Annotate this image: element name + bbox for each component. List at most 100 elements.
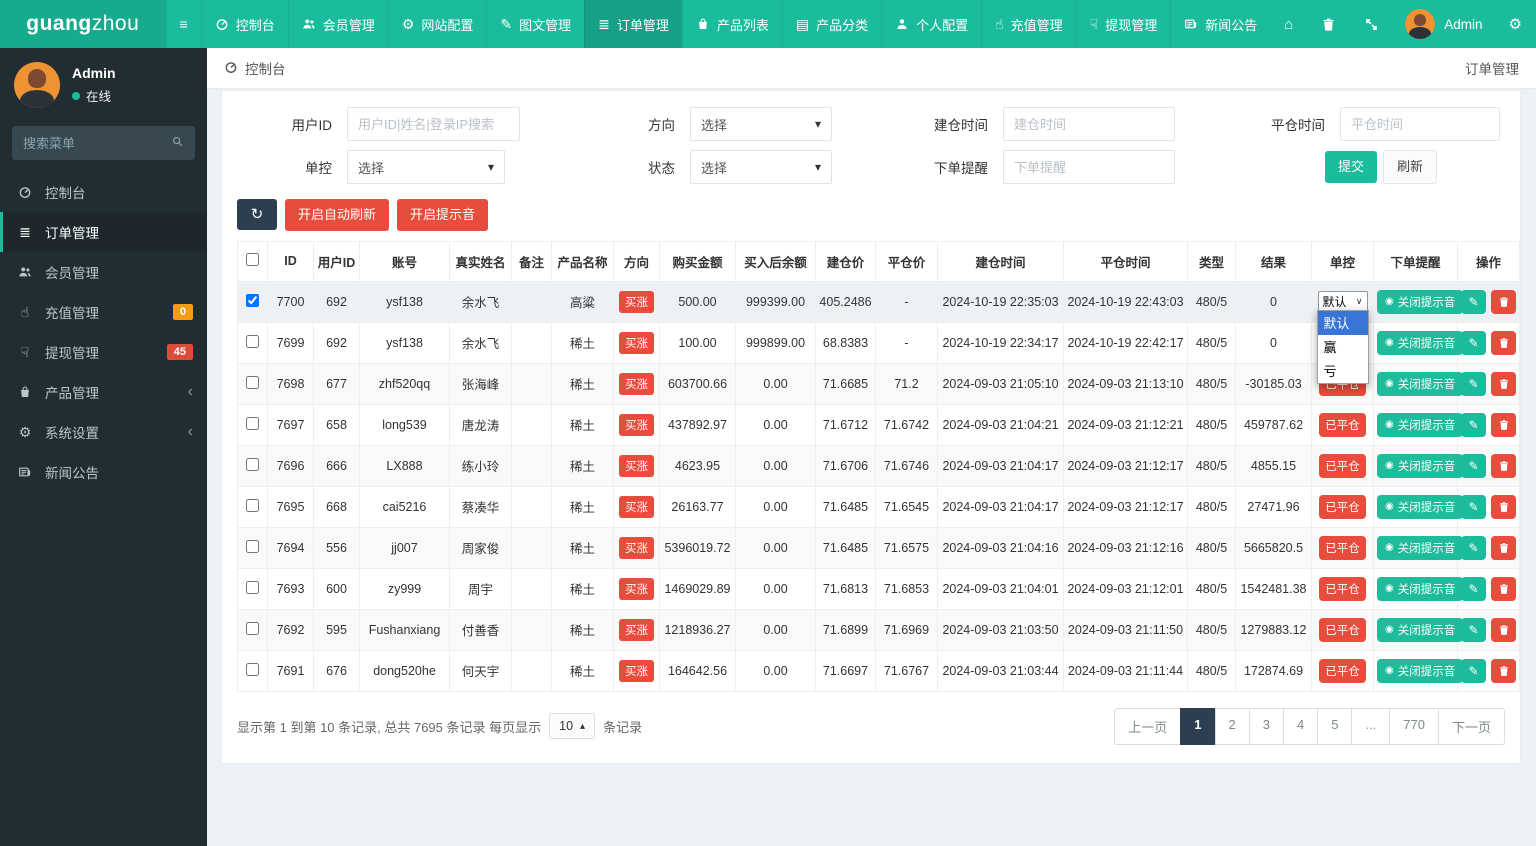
cell-balance: 999899.00 [735, 321, 816, 364]
user-id-input[interactable] [347, 107, 520, 141]
nav-item-gear[interactable]: ⚙ 网站配置 [387, 0, 487, 48]
nav-item-list[interactable]: ≣ 订单管理 [584, 0, 682, 48]
cell-direction: 买涨 [613, 403, 660, 446]
edit-button[interactable]: ✎ [1461, 494, 1486, 519]
cell-result: 0 [1235, 280, 1312, 323]
direction-select[interactable]: 选择 [690, 107, 832, 141]
row-checkbox[interactable] [246, 621, 259, 635]
settings-button[interactable]: ⚙ [1495, 0, 1536, 48]
delete-button[interactable] [1491, 617, 1516, 642]
page-button[interactable]: 1 [1180, 707, 1216, 745]
page-button[interactable]: 3 [1248, 707, 1284, 745]
sidebar-item-bag[interactable]: 产品管理 ‹ [0, 372, 207, 412]
close-sound-button[interactable]: 关闭提示音 [1377, 535, 1464, 560]
sound-toggle-button[interactable]: 开启提示音 [397, 199, 489, 231]
delete-button[interactable] [1491, 371, 1516, 396]
delete-button[interactable] [1491, 494, 1516, 519]
control-option[interactable]: 赢 [1318, 335, 1368, 359]
edit-button[interactable]: ✎ [1461, 535, 1486, 560]
page-button[interactable]: 770 [1389, 707, 1439, 745]
trash-button[interactable] [1307, 0, 1350, 48]
sidebar-item-hand-down[interactable]: ☟ 提现管理 45 [0, 332, 207, 372]
edit-button[interactable]: ✎ [1461, 412, 1486, 437]
page-button[interactable]: 4 [1282, 707, 1319, 745]
close-time-input[interactable] [1340, 107, 1500, 141]
sidebar-item-gauge[interactable]: 控制台 [0, 172, 207, 212]
edit-button[interactable]: ✎ [1461, 658, 1486, 683]
brand-logo[interactable]: guang zhou [0, 0, 166, 48]
delete-button[interactable] [1491, 535, 1516, 560]
nav-item-user[interactable]: 个人配置 [881, 0, 981, 48]
delete-button[interactable] [1491, 412, 1516, 437]
delete-button[interactable] [1491, 576, 1516, 601]
breadcrumb[interactable]: 控制台 [224, 58, 286, 78]
page-size-select[interactable]: 10 [549, 713, 596, 740]
close-sound-button[interactable]: 关闭提示音 [1377, 289, 1464, 314]
nav-item-hand-up[interactable]: ☝ 充值管理 [981, 0, 1076, 48]
edit-button[interactable]: ✎ [1461, 617, 1486, 642]
control-select-filter[interactable]: 选择 [347, 150, 505, 184]
prev-page-button[interactable]: 上一页 [1114, 707, 1182, 745]
edit-button[interactable]: ✎ [1461, 453, 1486, 478]
nav-item-hand-down[interactable]: ☟ 提现管理 [1075, 0, 1171, 48]
close-sound-button[interactable]: 关闭提示音 [1377, 453, 1464, 478]
nav-item-news[interactable]: 新闻公告 [1170, 0, 1270, 48]
control-option[interactable]: 亏 [1318, 359, 1368, 383]
cell-result: 459787.62 [1235, 403, 1312, 446]
row-checkbox[interactable] [246, 334, 259, 348]
delete-button[interactable] [1491, 658, 1516, 683]
delete-button[interactable] [1491, 453, 1516, 478]
sidebar-item-hand-up[interactable]: ☝ 充值管理 0 [0, 292, 207, 332]
sidebar-toggle-button[interactable]: ≡ [165, 0, 201, 48]
close-sound-button[interactable]: 关闭提示音 [1377, 576, 1464, 601]
sidebar-item-gears[interactable]: ⚙ 系统设置 ‹ [0, 412, 207, 452]
reload-table-button[interactable]: ↻ [237, 199, 277, 231]
sidebar-item-list[interactable]: ≣ 订单管理 [0, 212, 207, 252]
row-checkbox[interactable] [246, 539, 259, 553]
sidebar-item-news[interactable]: 新闻公告 [0, 452, 207, 492]
select-all-checkbox[interactable] [246, 253, 259, 267]
page-button[interactable]: 2 [1214, 707, 1250, 745]
remind-input[interactable] [1003, 150, 1175, 184]
row-checkbox[interactable] [246, 580, 259, 594]
expand-button[interactable] [1350, 0, 1393, 48]
close-sound-button[interactable]: 关闭提示音 [1377, 494, 1464, 519]
table-row: 7697 658 long539 唐龙涛 稀土 买涨 437892.97 0.00 71.671… [237, 403, 1520, 446]
row-checkbox[interactable] [246, 375, 259, 389]
row-checkbox[interactable] [246, 416, 259, 430]
row-checkbox[interactable] [246, 457, 259, 471]
nav-item-users[interactable]: 会员管理 [287, 0, 388, 48]
next-page-button[interactable]: 下一页 [1437, 707, 1505, 745]
edit-button[interactable]: ✎ [1461, 289, 1486, 314]
nav-item-bag[interactable]: 产品列表 [681, 0, 782, 48]
nav-item-grid[interactable]: ▤ 产品分类 [781, 0, 881, 48]
auto-refresh-button[interactable]: 开启自动刷新 [285, 199, 390, 231]
home-button[interactable]: ⌂ [1270, 0, 1307, 48]
close-sound-button[interactable]: 关闭提示音 [1377, 371, 1464, 396]
cell-remind: 关闭提示音 [1373, 280, 1464, 323]
close-sound-button[interactable]: 关闭提示音 [1377, 330, 1464, 355]
status-select[interactable]: 选择 [690, 150, 832, 184]
nav-item-gauge[interactable]: 控制台 [200, 0, 288, 48]
refresh-filter-button[interactable]: 刷新 [1383, 150, 1438, 184]
edit-button[interactable]: ✎ [1461, 330, 1486, 355]
row-checkbox[interactable] [246, 498, 259, 512]
open-time-input[interactable] [1003, 107, 1175, 141]
row-checkbox[interactable] [246, 662, 259, 676]
edit-button[interactable]: ✎ [1461, 576, 1486, 601]
close-sound-button[interactable]: 关闭提示音 [1377, 617, 1464, 642]
menu-search-input[interactable] [23, 135, 171, 151]
page-button[interactable]: 5 [1317, 707, 1353, 745]
close-sound-button[interactable]: 关闭提示音 [1377, 412, 1464, 437]
navbar-user[interactable]: Admin [1393, 0, 1494, 48]
sidebar-item-users[interactable]: 会员管理 [0, 252, 207, 292]
edit-button[interactable]: ✎ [1461, 371, 1486, 396]
submit-button[interactable]: 提交 [1325, 151, 1378, 183]
delete-button[interactable] [1491, 330, 1516, 355]
row-checkbox[interactable] [246, 293, 259, 307]
close-sound-button[interactable]: 关闭提示音 [1377, 658, 1464, 683]
user-avatar[interactable] [14, 62, 60, 108]
nav-item-pen[interactable]: ✎ 图文管理 [486, 0, 584, 48]
control-option[interactable]: 默认 [1317, 310, 1368, 335]
delete-button[interactable] [1491, 289, 1516, 314]
